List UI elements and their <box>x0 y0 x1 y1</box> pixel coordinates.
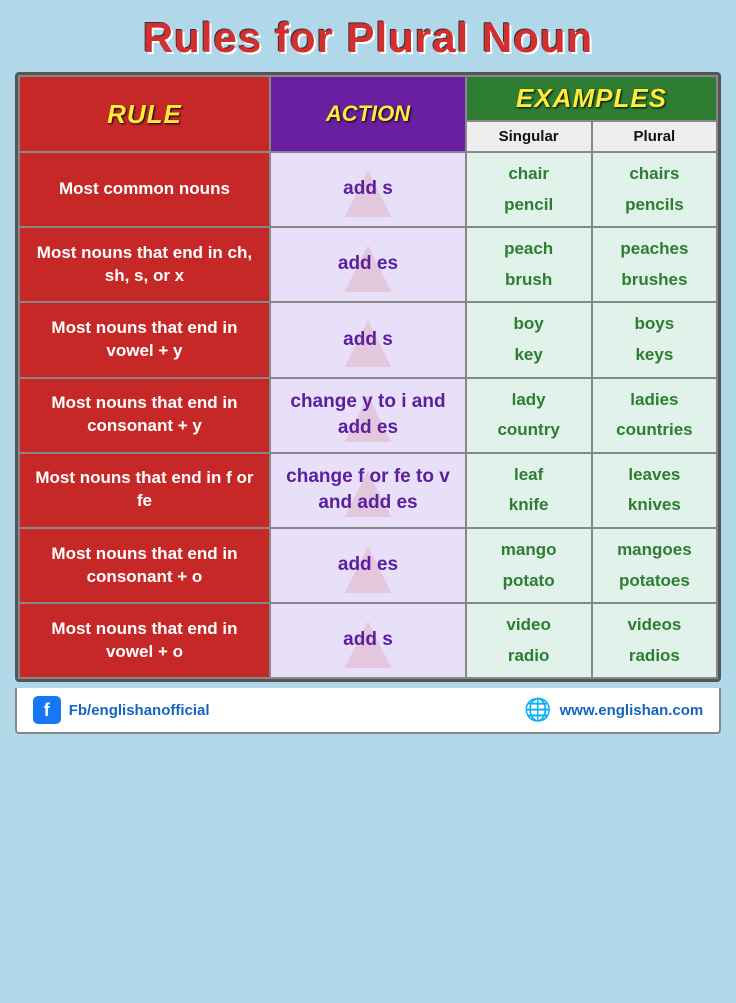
footer-right: 🌐 www.englishan.com <box>524 697 703 723</box>
singular-cell-4: leafknife <box>466 453 592 528</box>
rule-cell-5: Most nouns that end in consonant + o <box>19 528 270 603</box>
rule-cell-1: Most nouns that end in ch, sh, s, or x <box>19 227 270 302</box>
singular-cell-6: videoradio <box>466 603 592 678</box>
plural-cell-5: mangoespotatoes <box>592 528 718 603</box>
rule-cell-2: Most nouns that end in vowel + y <box>19 302 270 377</box>
plural-cell-1: peachesbrushes <box>592 227 718 302</box>
action-cell-6: ▲add s <box>270 603 466 678</box>
rule-header: RULE <box>19 76 270 152</box>
action-cell-1: ▲add es <box>270 227 466 302</box>
action-cell-2: ▲add s <box>270 302 466 377</box>
plural-cell-6: videosradios <box>592 603 718 678</box>
main-title: Rules for Plural Noun <box>0 0 736 72</box>
facebook-icon: f <box>33 696 61 724</box>
globe-icon: 🌐 <box>524 697 551 723</box>
action-cell-3: ▲change y to i and add es <box>270 378 466 453</box>
rule-cell-6: Most nouns that end in vowel + o <box>19 603 270 678</box>
action-cell-0: ▲add s <box>270 152 466 227</box>
singular-cell-0: chairpencil <box>466 152 592 227</box>
plural-subheader: Plural <box>592 121 718 152</box>
plural-cell-4: leavesknives <box>592 453 718 528</box>
singular-cell-1: peachbrush <box>466 227 592 302</box>
plural-cell-2: boyskeys <box>592 302 718 377</box>
singular-cell-5: mangopotato <box>466 528 592 603</box>
footer: f Fb/englishanofficial 🌐 www.englishan.c… <box>15 688 722 734</box>
action-cell-5: ▲add es <box>270 528 466 603</box>
singular-cell-2: boykey <box>466 302 592 377</box>
rule-cell-4: Most nouns that end in f or fe <box>19 453 270 528</box>
plural-cell-3: ladiescountries <box>592 378 718 453</box>
action-header: ACTION <box>270 76 466 152</box>
singular-cell-3: ladycountry <box>466 378 592 453</box>
rule-cell-3: Most nouns that end in consonant + y <box>19 378 270 453</box>
website-text: www.englishan.com <box>560 702 704 719</box>
rules-table: RULE ACTION EXAMPLES Singular Plural Mos… <box>15 72 722 682</box>
plural-cell-0: chairspencils <box>592 152 718 227</box>
action-cell-4: ▲change f or fe to v and add es <box>270 453 466 528</box>
fb-text: Fb/englishanofficial <box>69 702 210 719</box>
examples-header: EXAMPLES <box>466 76 718 121</box>
footer-left: f Fb/englishanofficial <box>33 696 210 724</box>
singular-subheader: Singular <box>466 121 592 152</box>
rule-cell-0: Most common nouns <box>19 152 270 227</box>
